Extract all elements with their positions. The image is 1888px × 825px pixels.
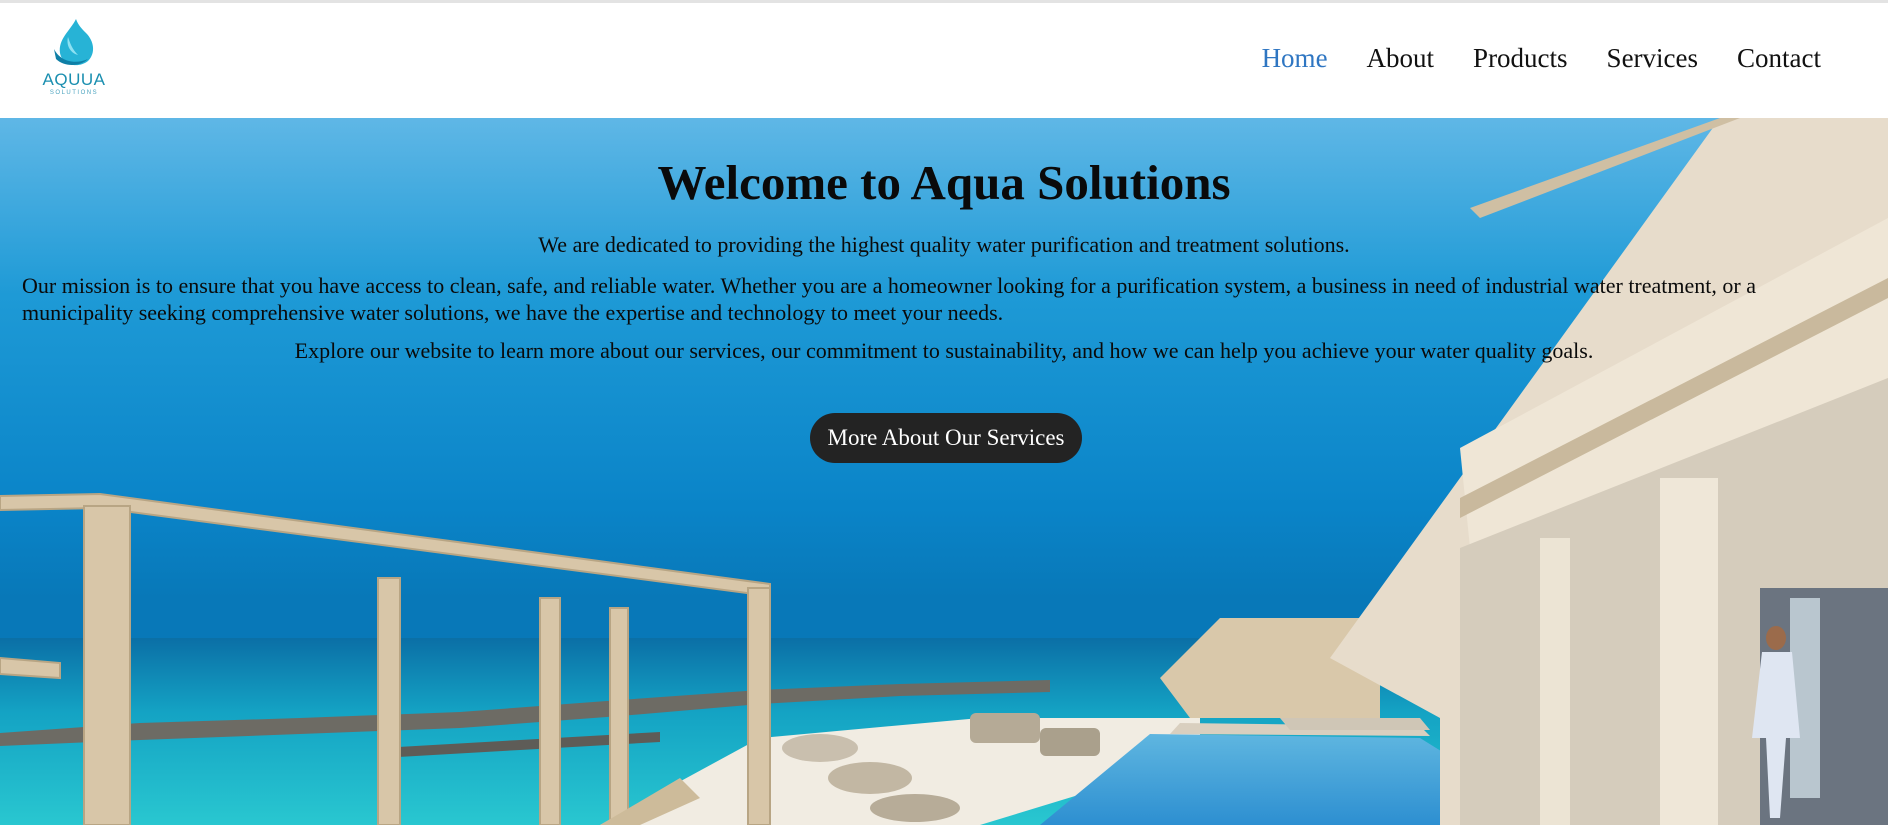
water-drop-icon [54, 19, 94, 66]
site-header: AQUUA SOLUTIONS Home About Products Serv… [0, 3, 1888, 118]
brand-tagline: SOLUTIONS [49, 90, 99, 96]
hero-explore-text: Explore our website to learn more about … [294, 338, 1594, 363]
brand-name: AQUUA [42, 70, 106, 89]
nav-contact[interactable]: Contact [1737, 43, 1821, 74]
nav-home[interactable]: Home [1262, 43, 1328, 74]
hero-intro-text: We are dedicated to providing the highes… [538, 232, 1350, 257]
main-nav: Home About Products Services Contact [1262, 43, 1821, 74]
nav-services[interactable]: Services [1607, 43, 1698, 74]
hero-title: Welcome to Aqua Solutions [657, 155, 1231, 210]
resort-ocean-pool-photo [0, 118, 1888, 825]
nav-products[interactable]: Products [1473, 43, 1568, 74]
brand-logo[interactable]: AQUUA SOLUTIONS [38, 15, 110, 105]
more-about-services-button[interactable]: More About Our Services [810, 413, 1082, 463]
nav-about[interactable]: About [1367, 43, 1435, 74]
hero-mission-text: Our mission is to ensure that you have a… [22, 273, 1756, 325]
hero-section: Welcome to Aqua Solutions We are dedicat… [0, 118, 1888, 825]
